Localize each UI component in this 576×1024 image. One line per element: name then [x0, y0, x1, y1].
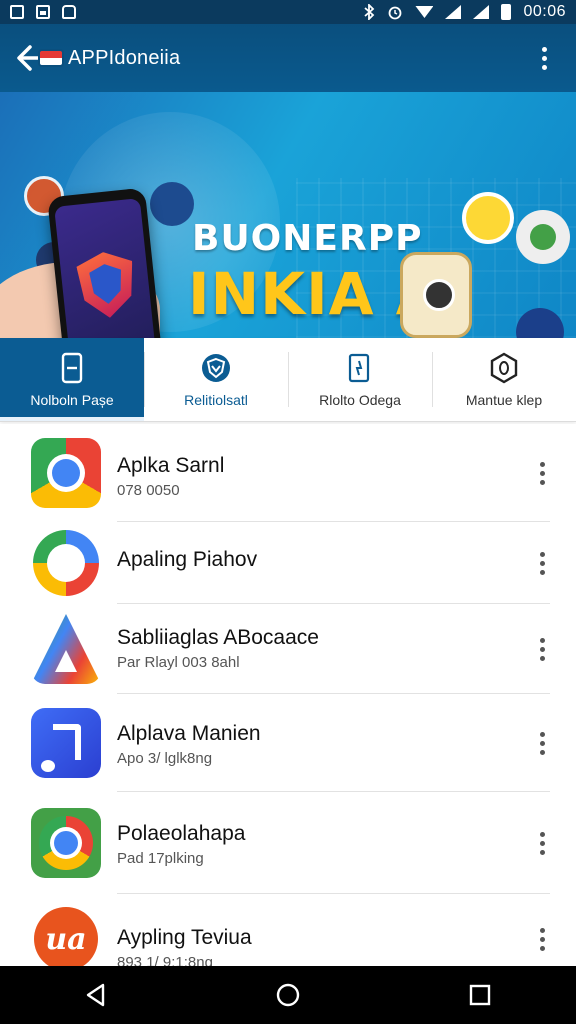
item-menu-button[interactable] [530, 453, 554, 493]
nav-back-button[interactable] [66, 971, 126, 1019]
more-vert-icon [539, 831, 545, 837]
recents-square-icon [469, 984, 491, 1006]
list-item[interactable]: Alplava Manien Apo 3/ lglk8ng [0, 694, 576, 792]
banner-headline: BUONERPP [192, 218, 423, 259]
status-bar: 00:06 [0, 0, 576, 24]
item-menu-button[interactable] [530, 543, 554, 583]
app-subtitle: Pad 17plking [117, 850, 204, 867]
list-item[interactable]: ua Aypling Teviua 893 1/ 9:1:8ng [0, 894, 576, 966]
app-title: APPIdoneiia [68, 46, 181, 69]
app-name: Polaeolahapa [117, 822, 246, 845]
shield-icon [75, 249, 138, 320]
battery-icon [501, 4, 512, 20]
app-bar: APPIdoneiia [0, 24, 576, 92]
more-vert-icon [539, 927, 545, 933]
app-subtitle: 893 1/ 9:1:8ng [117, 954, 213, 966]
more-vert-icon [541, 46, 547, 52]
tab-4[interactable]: Mantue klep [432, 338, 576, 421]
tab-2[interactable]: Relitiolsatl [144, 338, 288, 421]
promo-banner[interactable]: BUONERPP INKIA A [0, 92, 576, 338]
tab-1[interactable]: Nolboln Pașe [0, 338, 144, 421]
signal-icon [473, 5, 490, 19]
app-subtitle: Apo 3/ lglk8ng [117, 750, 213, 767]
home-circle-icon [276, 983, 300, 1007]
item-menu-button[interactable] [530, 823, 554, 863]
triangle-app-icon [31, 614, 101, 684]
notification-icon [10, 5, 24, 19]
tab-label: Relitiolsatl [184, 391, 248, 408]
bluetooth-icon [364, 4, 375, 20]
app-name: Sabliiaglas ABocaace [117, 626, 319, 649]
more-vert-icon [539, 637, 545, 643]
shield-icon [200, 352, 232, 384]
list-item[interactable]: Apaling Piahov [0, 522, 576, 604]
tab-label: Nolboln Pașe [30, 391, 114, 408]
app-list: Aplka Sarnl 078 0050 Apaling Piahov Sabl… [0, 424, 576, 966]
back-triangle-icon [86, 983, 105, 1007]
wifi-icon [415, 6, 434, 18]
car-icon [62, 5, 76, 19]
list-item[interactable]: Sabliiaglas ABocaace Par Rlayl 003 8ahl [0, 604, 576, 694]
category-tabs: Nolboln Pașe Relitiolsatl Rlolto Odega M… [0, 338, 576, 422]
more-vert-icon [539, 461, 545, 467]
screen: 00:06 APPIdoneiia BUONERPP INKIA A Nolbo… [0, 0, 576, 1024]
app-name: Aplka Sarnl [117, 454, 225, 477]
target-icon [462, 192, 514, 244]
lock-icon [400, 252, 472, 338]
logo-flag-icon [40, 51, 62, 65]
app-name: Apaling Piahov [117, 548, 258, 571]
hexagon-icon [488, 352, 520, 384]
signal-icon [445, 5, 462, 19]
list-item[interactable]: Aplka Sarnl 078 0050 [0, 424, 576, 522]
overflow-menu-button[interactable] [528, 36, 560, 80]
nav-recents-button[interactable] [450, 971, 510, 1019]
item-menu-button[interactable] [530, 629, 554, 669]
chrome-icon [31, 808, 101, 878]
app-subtitle: 078 0050 [117, 482, 180, 499]
image-icon [36, 5, 50, 19]
tab-label: Rlolto Odega [319, 391, 401, 408]
tab-3[interactable]: Rlolto Odega [288, 338, 432, 421]
app-name: Aypling Teviua [117, 926, 252, 949]
alarm-icon [389, 6, 402, 20]
item-menu-button[interactable] [530, 919, 554, 959]
more-vert-icon [539, 551, 545, 557]
pay-icon [31, 528, 101, 598]
status-time: 00:06 [523, 3, 566, 20]
music-icon [31, 708, 101, 778]
phone-refresh-icon [344, 352, 376, 384]
item-menu-button[interactable] [530, 723, 554, 763]
tab-label: Mantue klep [465, 391, 543, 408]
more-vert-icon [539, 731, 545, 737]
list-item[interactable]: Polaeolahapa Pad 17plking [0, 792, 576, 894]
nav-home-button[interactable] [258, 971, 318, 1019]
ua-icon: ua [31, 904, 101, 966]
app-name: Alplava Manien [117, 722, 261, 745]
phone-icon [56, 352, 88, 384]
app-subtitle: Par Rlayl 003 8ahl [117, 654, 240, 671]
chrome-icon [31, 438, 101, 508]
system-nav-bar [0, 966, 576, 1024]
gear-icon [516, 210, 570, 264]
app-bubble-icon [150, 182, 194, 226]
